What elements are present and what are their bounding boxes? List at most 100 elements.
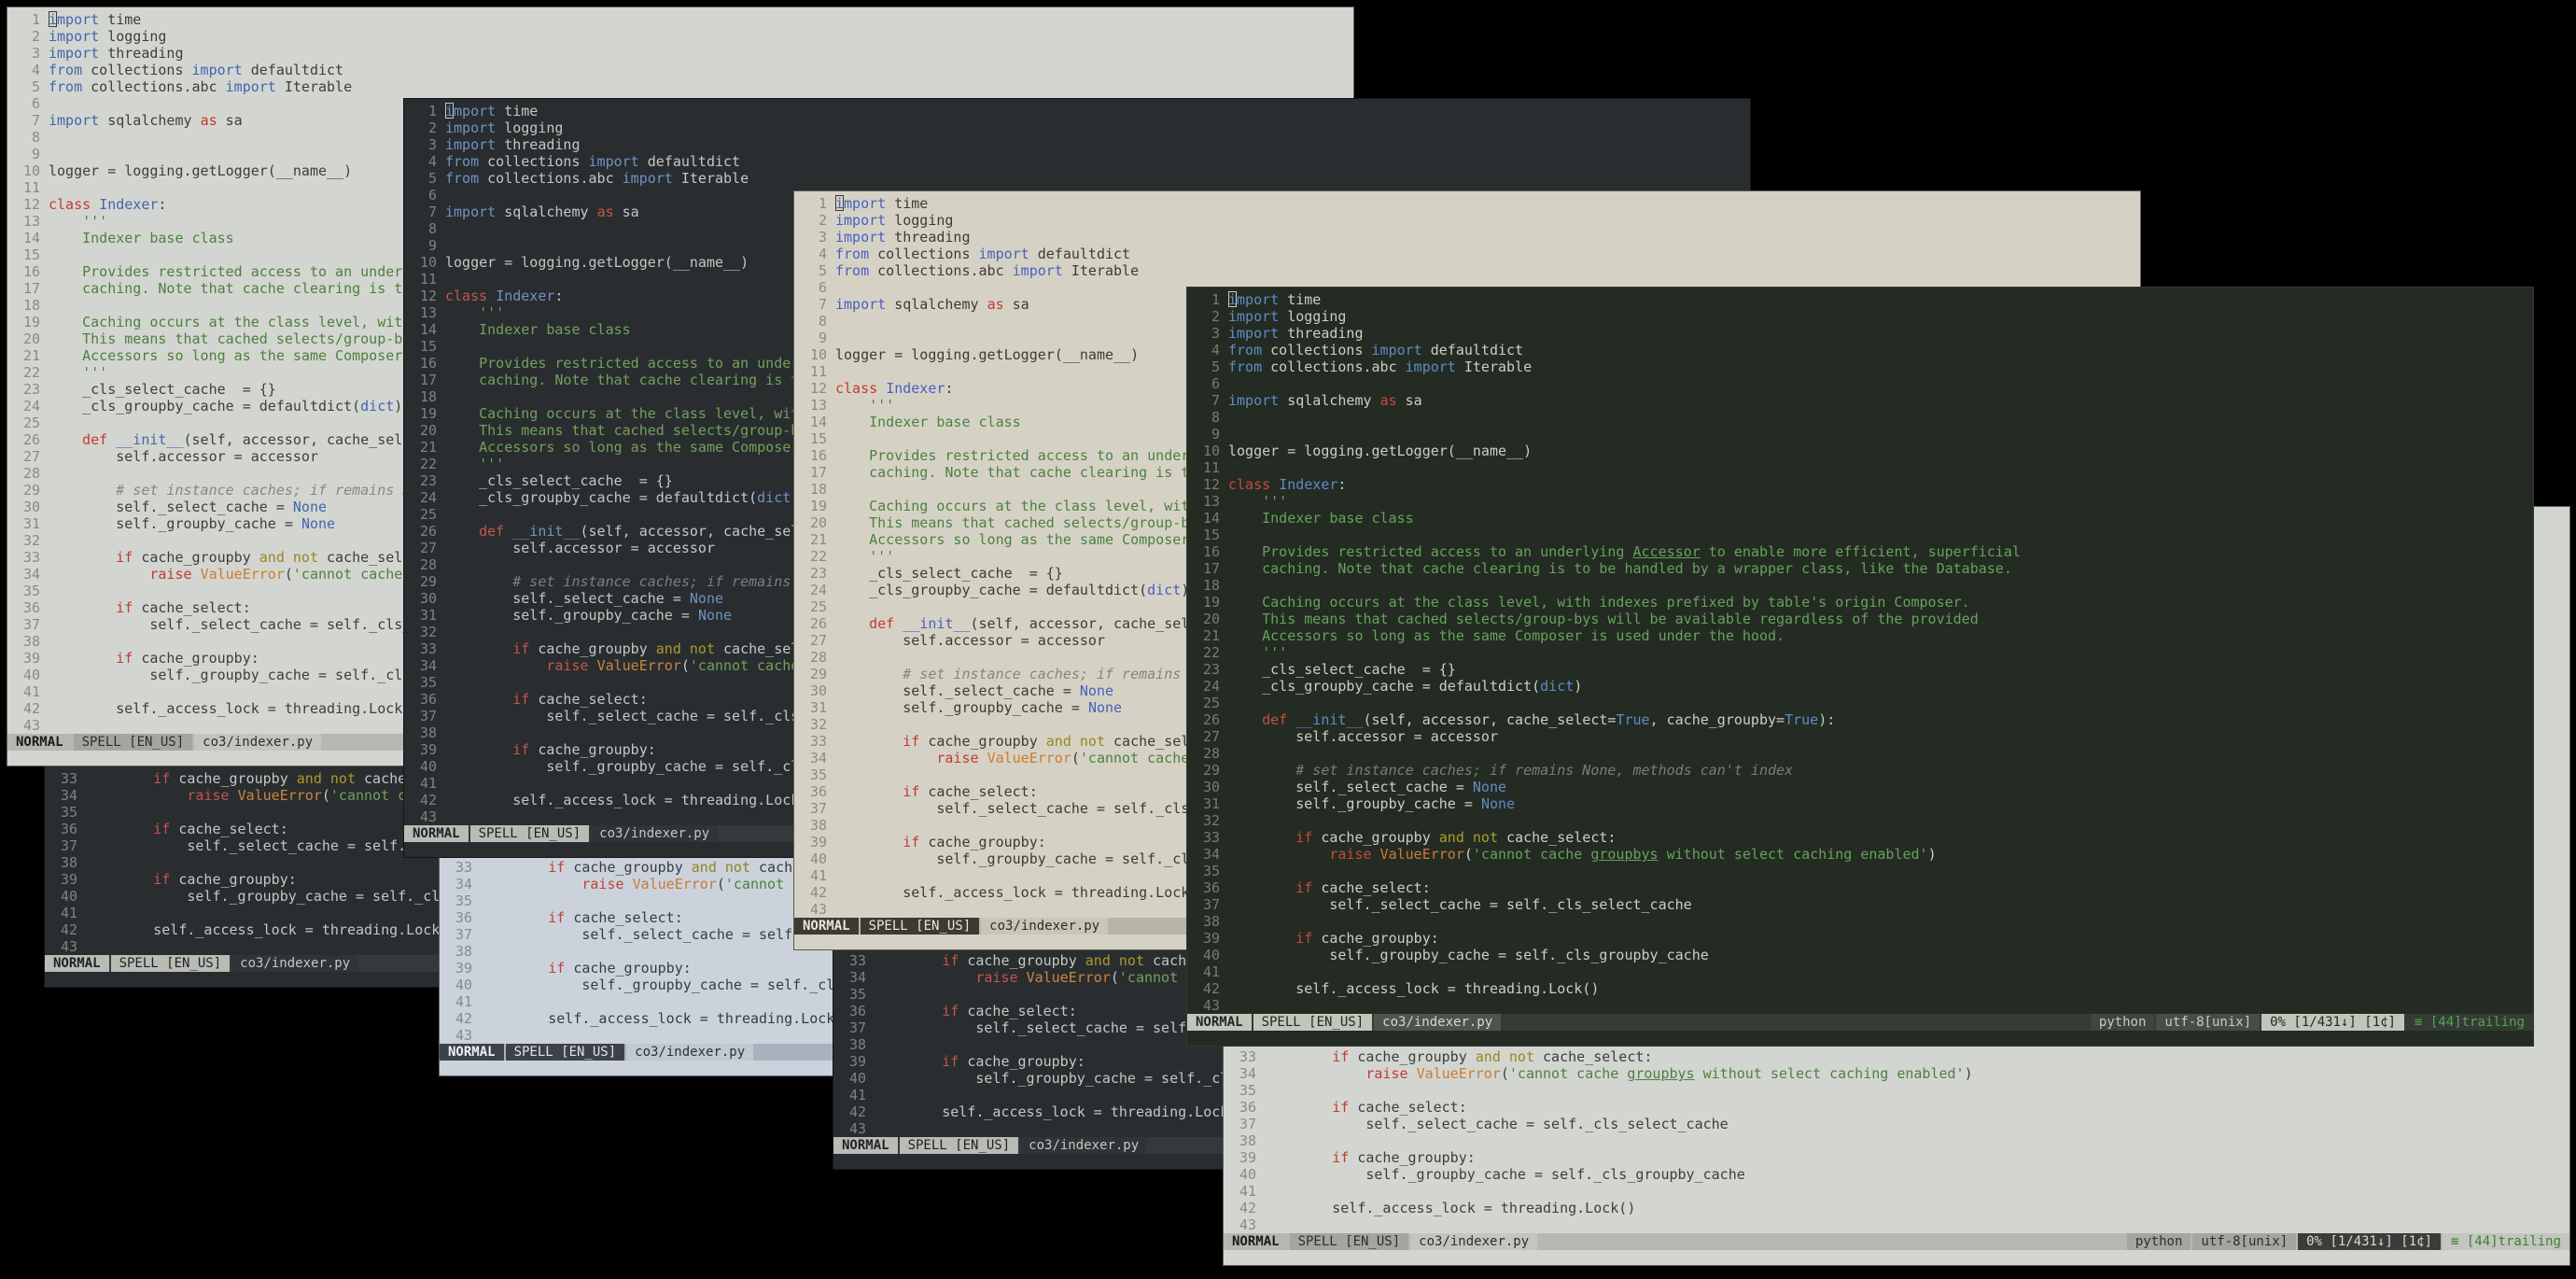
line-number: 32 bbox=[809, 716, 827, 733]
code-token: ValueError bbox=[1026, 969, 1111, 986]
editor-window-front-4[interactable]: 1 import time 2 import logging 3 import threa… bbox=[1187, 288, 2533, 1046]
code-token: if bbox=[942, 952, 959, 969]
code-token: if bbox=[1332, 1048, 1350, 1065]
line-number: 43 bbox=[1202, 997, 1220, 1014]
line-number: 37 bbox=[848, 1019, 866, 1036]
line-number: 22 bbox=[419, 456, 437, 472]
line-number: 36 bbox=[1239, 1099, 1256, 1116]
code-token: ( bbox=[1071, 750, 1080, 766]
line-number: 25 bbox=[1202, 695, 1220, 711]
code-token: class bbox=[49, 196, 91, 213]
code-line: 3 import threading bbox=[7, 45, 1353, 62]
line-number: 4 bbox=[31, 62, 40, 78]
code-line: 6 bbox=[1187, 375, 2533, 392]
code-token: import bbox=[622, 170, 673, 187]
code-token: import bbox=[835, 212, 887, 229]
code-token: ''' bbox=[835, 397, 895, 414]
line-number: 14 bbox=[1202, 510, 1220, 527]
code-token: logging bbox=[1279, 308, 1347, 325]
command-line[interactable] bbox=[1187, 1031, 2533, 1046]
line-number: 4 bbox=[1211, 342, 1220, 358]
command-line[interactable] bbox=[1224, 1250, 2569, 1265]
code-token: Indexer base class bbox=[49, 230, 234, 246]
code-token: ( bbox=[1463, 846, 1473, 863]
code-line: 41 bbox=[1187, 963, 2533, 980]
code-token: logging bbox=[99, 28, 167, 45]
cursor bbox=[835, 195, 844, 211]
line-number: 34 bbox=[22, 566, 40, 583]
code-token: Provides restricted access to an underly… bbox=[445, 355, 850, 372]
code-token: dict bbox=[1540, 678, 1575, 695]
code-line: 23 _cls_select_cache = {} bbox=[1187, 661, 2533, 678]
line-number: 38 bbox=[809, 817, 827, 834]
code-token: time bbox=[1279, 291, 1322, 308]
code-token: self._access_lock = threading.Lock() bbox=[445, 792, 817, 808]
code-token: if bbox=[116, 549, 133, 566]
code-line: 8 bbox=[1187, 409, 2533, 426]
code-token: ''' bbox=[445, 304, 505, 321]
code-line: 19 Caching occurs at the class level, wi… bbox=[1187, 594, 2533, 611]
line-number: 36 bbox=[848, 1003, 866, 1019]
line-number: 36 bbox=[455, 909, 472, 926]
code-token: def bbox=[1262, 711, 1288, 728]
code-token: Indexer bbox=[1279, 476, 1338, 493]
code-token: logger = logging.getLogger(__name__) bbox=[49, 162, 353, 179]
line-number: 22 bbox=[809, 548, 827, 565]
code-token: from bbox=[49, 78, 83, 95]
line-number: 10 bbox=[22, 162, 40, 179]
code-line: 16 Provides restricted access to an unde… bbox=[1187, 543, 2533, 560]
line-number: 33 bbox=[455, 859, 472, 876]
code-token: Indexer bbox=[99, 196, 159, 213]
code-token: logging bbox=[496, 119, 564, 136]
code-area[interactable]: 1import time2import logging3import threa… bbox=[1187, 291, 2533, 1014]
code-token: (self, accessor, cache_select= bbox=[970, 615, 1224, 632]
line-number: 43 bbox=[809, 901, 827, 918]
line-number: 15 bbox=[809, 430, 827, 447]
code-token: ''' bbox=[1228, 493, 1288, 510]
line-number: 37 bbox=[419, 708, 437, 724]
code-token: self._groupby_cache = bbox=[49, 515, 301, 532]
code-token: if bbox=[512, 741, 530, 758]
code-token: cache_groupby: bbox=[1349, 1149, 1476, 1166]
line-number: 23 bbox=[419, 472, 437, 489]
line-number: 41 bbox=[1239, 1183, 1256, 1200]
code-line: 43 bbox=[1187, 997, 2533, 1014]
code-token: Indexer base class bbox=[445, 321, 631, 338]
line-number: 9 bbox=[1211, 426, 1220, 443]
code-line: 21 Accessors so long as the same Compose… bbox=[1187, 627, 2533, 644]
line-number: 36 bbox=[809, 783, 827, 800]
code-token: self._access_lock = threading.Lock() bbox=[49, 700, 420, 717]
code-token: self._access_lock = threading.Lock() bbox=[1228, 980, 1600, 997]
code-line: 18 bbox=[1187, 577, 2533, 594]
code-token: self.accessor = accessor bbox=[445, 540, 715, 556]
line-number: 22 bbox=[1202, 644, 1220, 661]
code-token: ( bbox=[284, 566, 293, 583]
code-line: 36 if cache_select: bbox=[1187, 879, 2533, 896]
line-number: 42 bbox=[1202, 980, 1220, 997]
code-token: if bbox=[512, 691, 530, 708]
code-token: def bbox=[869, 615, 895, 632]
code-token: import bbox=[835, 229, 887, 246]
code-token: : bbox=[1337, 476, 1347, 493]
code-token: self._select_cache = bbox=[445, 590, 690, 607]
code-token: caching. Note that cache clearing is to … bbox=[1228, 560, 2012, 577]
code-token: import bbox=[1371, 342, 1422, 358]
line-number: 7 bbox=[818, 296, 827, 313]
line-number: 34 bbox=[1202, 846, 1220, 863]
line-number: 3 bbox=[31, 45, 40, 62]
code-token: self._access_lock = threading.Lock() bbox=[1265, 1200, 1636, 1216]
code-token: import bbox=[1228, 308, 1280, 325]
line-number: 41 bbox=[60, 905, 77, 921]
code-token: self._select_cache = self._cls_select_ca… bbox=[1265, 1116, 1729, 1132]
code-token: collections bbox=[479, 153, 589, 170]
code-token: cache_groupby bbox=[919, 733, 1046, 750]
